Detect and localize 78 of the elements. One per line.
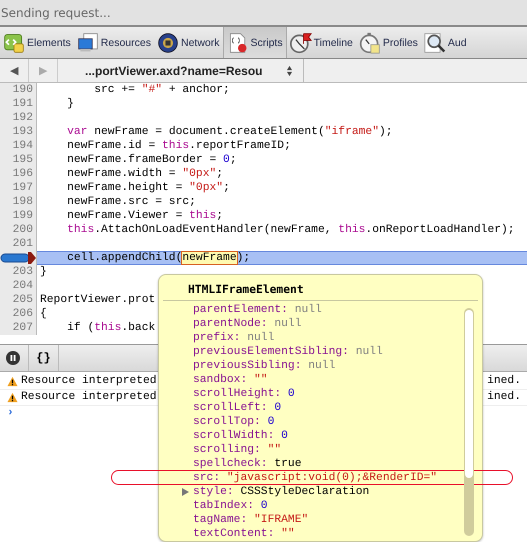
panel-tab[interactable]: Aud (420, 27, 470, 58)
code-line: if (this.back (66, 322, 156, 334)
back-button[interactable]: ◀ (0, 59, 29, 82)
line-number: 192 (12, 112, 33, 124)
property-row: scrollLeft: 0 (193, 402, 282, 414)
popover-title: HTMLIFrameElement (163, 275, 478, 301)
property-row: prefix: null (193, 332, 274, 344)
console-message: ined. (487, 374, 522, 389)
console-message: Resource interpreted (21, 390, 157, 405)
line-number: 193 (12, 126, 33, 138)
property-row: scrolling: "" (193, 444, 282, 456)
line-number: 198 (12, 196, 33, 208)
pretty-print-button[interactable]: {} (28, 345, 59, 371)
property-row: src: "javascript:void(0);&RenderID=" (193, 472, 438, 484)
code-line: { (40, 308, 47, 320)
panel-tab[interactable]: Timeline (286, 27, 356, 58)
code-line: newFrame.src = src; (66, 196, 196, 208)
code-line: cell.appendChild(newFrame); (66, 252, 250, 264)
code-line: newFrame.frameBorder = 0; (66, 154, 237, 166)
code-tag-icon (3, 32, 25, 54)
line-number: 191 (12, 98, 33, 110)
line-number: 207 (12, 322, 33, 334)
panel-tab[interactable]: Resources (74, 27, 154, 58)
code-line: newFrame.id = this.reportFrameID; (66, 140, 291, 152)
panel-tab[interactable]: Profiles (356, 27, 421, 58)
line-number: 199 (12, 210, 33, 222)
property-row: scrollWidth: 0 (193, 430, 288, 442)
property-row: textContent: "" (193, 528, 295, 540)
line-number: 194 (12, 140, 33, 152)
property-row: style: CSSStyleDeclaration (193, 486, 370, 498)
magnifier-icon (424, 32, 446, 54)
line-number: 197 (12, 182, 33, 194)
stopwatch-icon (358, 32, 381, 54)
code-line: newFrame.Viewer = this; (66, 210, 224, 222)
code-line: newFrame.height = "0px"; (66, 182, 230, 194)
breakpoint-marker-icon (0, 252, 36, 264)
file-select[interactable]: ...portViewer.axd?name=Resou (58, 59, 304, 82)
property-row: previousElementSibling: null (193, 346, 383, 358)
property-row: scrollTop: 0 (193, 416, 274, 428)
panel-tab[interactable]: Scripts (222, 27, 287, 58)
warning-icon (7, 392, 18, 403)
console-message: Resource interpreted (21, 374, 157, 389)
property-row: parentElement: null (193, 304, 322, 316)
code-line: this.AttachOnLoadEventHandler(newFrame, this.onReportLoadHandler); (66, 224, 515, 236)
panel-tab[interactable]: Network (154, 27, 222, 58)
code-line: ReportViewer.prot (40, 294, 156, 306)
panel-tab[interactable]: Elements (0, 27, 74, 58)
code-line: newFrame.width = "0px"; (66, 168, 224, 180)
code-line: } (66, 98, 74, 110)
property-row: previousSibling: null (193, 360, 336, 372)
property-row: parentNode: null (193, 318, 302, 330)
warning-icon (7, 376, 18, 387)
status-text: Sending request... (1, 6, 111, 20)
up-down-icon (286, 64, 293, 76)
line-number: 196 (12, 168, 33, 180)
line-number: 206 (12, 308, 33, 320)
line-number: 195 (12, 154, 33, 166)
scrollbar-thumb[interactable] (465, 310, 473, 478)
line-number: 200 (12, 224, 33, 236)
line-number: 190 (12, 84, 33, 96)
code-line: } (40, 266, 47, 278)
code-line: src += "#" + anchor; (93, 84, 230, 96)
property-row: sandbox: "" (193, 374, 268, 386)
line-number: 204 (12, 280, 33, 292)
line-number: 205 (12, 294, 33, 306)
line-number: 203 (12, 266, 33, 278)
property-row: scrollHeight: 0 (193, 388, 295, 400)
line-number: 201 (12, 238, 33, 250)
console-message: ined. (487, 390, 522, 405)
property-row: tagName: "IFRAME" (193, 514, 308, 526)
pause-icon[interactable] (6, 351, 20, 365)
property-row: spellcheck: true (193, 458, 302, 470)
property-row: tabIndex: 0 (193, 500, 268, 512)
expand-triangle-icon[interactable] (181, 488, 189, 496)
code-line: var newFrame = document.createElement("iframe"); (66, 126, 393, 138)
stopwatch-flag-icon (290, 32, 312, 54)
globe-icon (156, 32, 179, 54)
documents-icon (76, 32, 99, 54)
